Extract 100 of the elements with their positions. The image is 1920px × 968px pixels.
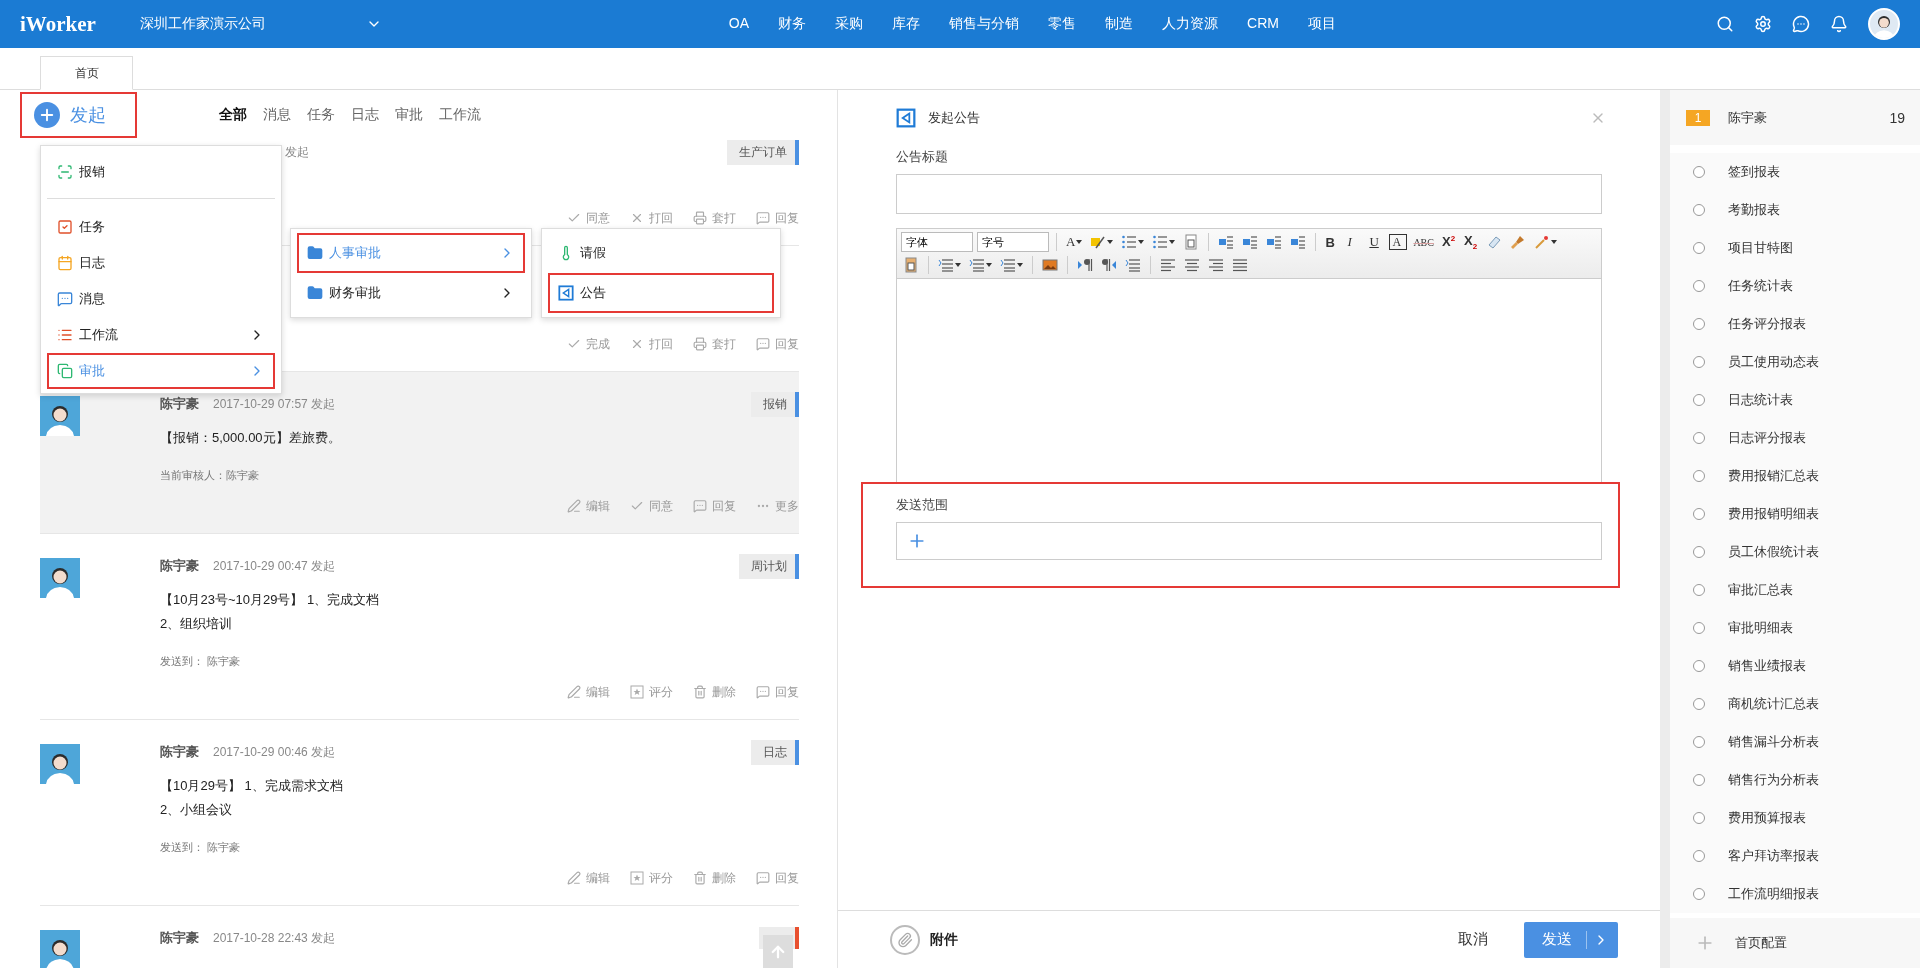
filter-tab[interactable]: 全部	[219, 106, 247, 124]
logo[interactable]: iWorker	[20, 11, 96, 37]
report-item[interactable]: 日志评分报表	[1670, 419, 1920, 457]
author-name: 陈宇豪	[160, 557, 199, 575]
radio-button[interactable]	[1693, 812, 1705, 824]
report-item[interactable]: 销售行为分析表	[1670, 761, 1920, 799]
nav-link[interactable]: 项目	[1307, 15, 1336, 33]
menu-item[interactable]: 日志	[47, 245, 275, 281]
font-select[interactable]: 字号	[977, 232, 1049, 252]
post-text: 【10月23号~10月29号】 1、完成文档	[160, 591, 381, 609]
radio-button[interactable]	[1693, 204, 1705, 216]
caret-icon	[1169, 240, 1176, 244]
nav-link[interactable]: 采购	[835, 15, 864, 33]
image-icon	[1042, 257, 1058, 273]
score-count: 19	[1889, 109, 1905, 126]
font-select[interactable]: 字体	[901, 232, 973, 252]
menu-item[interactable]: 报销	[47, 154, 275, 190]
filter-tab[interactable]: 工作流	[439, 106, 481, 124]
recipient-field[interactable]	[896, 522, 1602, 560]
report-item[interactable]: 任务评分报表	[1670, 305, 1920, 343]
radio-button[interactable]	[1693, 546, 1705, 558]
radio-button[interactable]	[1693, 508, 1705, 520]
page-tab[interactable]: 首页	[40, 56, 133, 90]
report-item[interactable]: 费用报销明细表	[1670, 495, 1920, 533]
radio-button[interactable]	[1693, 280, 1705, 292]
radio-button[interactable]	[1693, 698, 1705, 710]
title-input[interactable]	[896, 174, 1602, 214]
radio-button[interactable]	[1693, 318, 1705, 330]
filter-tab[interactable]: 消息	[263, 106, 291, 124]
radio-button[interactable]	[1693, 622, 1705, 634]
filter-tab[interactable]: 任务	[307, 106, 335, 124]
caret-icon	[955, 263, 961, 267]
radio-button[interactable]	[1693, 166, 1705, 178]
report-item[interactable]: 工作流明细报表	[1670, 875, 1920, 913]
menu-item[interactable]: 消息	[47, 281, 275, 317]
radio-button[interactable]	[1693, 660, 1705, 672]
cancel-button[interactable]: 取消	[1452, 929, 1494, 950]
field-label: 公告标题	[896, 148, 949, 166]
radio-button[interactable]	[1693, 394, 1705, 406]
radio-button[interactable]	[1693, 736, 1705, 748]
report-item[interactable]: 任务统计表	[1670, 267, 1920, 305]
nav-link[interactable]: OA	[728, 15, 750, 33]
menu-item[interactable]: 请假	[548, 233, 774, 273]
menu-item[interactable]: 财务审批	[297, 273, 525, 313]
bell-icon[interactable]	[1830, 15, 1848, 33]
nav-link[interactable]: 人力资源	[1162, 15, 1219, 33]
report-item[interactable]: 签到报表	[1670, 153, 1920, 191]
format-button[interactable]: X$^{2}$	[1439, 232, 1458, 252]
report-item[interactable]: 日志统计表	[1670, 381, 1920, 419]
report-item[interactable]: 销售业绩报表	[1670, 647, 1920, 685]
report-item[interactable]: 审批汇总表	[1670, 571, 1920, 609]
menu-item[interactable]: 人事审批	[297, 233, 525, 273]
report-item[interactable]: 考勤报表	[1670, 191, 1920, 229]
report-item[interactable]: 项目甘特图	[1670, 229, 1920, 267]
report-item[interactable]: 销售漏斗分析表	[1670, 723, 1920, 761]
nav-link[interactable]: 制造	[1105, 15, 1134, 33]
search-icon[interactable]	[1716, 15, 1734, 33]
menu-item[interactable]: 公告	[548, 273, 774, 313]
filter-tab[interactable]: 日志	[351, 106, 379, 124]
report-item[interactable]: 客户拜访率报表	[1670, 837, 1920, 875]
format-button[interactable]: X$_{2}$	[1461, 232, 1480, 252]
report-item[interactable]: 员工休假统计表	[1670, 533, 1920, 571]
radio-button[interactable]	[1693, 356, 1705, 368]
report-item[interactable]: 员工使用动态表	[1670, 343, 1920, 381]
announcement-icon	[896, 108, 916, 128]
user-avatar[interactable]	[1868, 8, 1900, 40]
format-button[interactable]: I	[1345, 232, 1364, 252]
menu-item[interactable]: 审批	[47, 353, 275, 389]
brush-icon	[1509, 234, 1526, 250]
radio-button[interactable]	[1693, 584, 1705, 596]
settings-icon[interactable]	[1754, 15, 1772, 33]
nav-link[interactable]: 销售与分销	[949, 15, 1020, 33]
format-button[interactable]: A	[1389, 234, 1408, 250]
nav-link[interactable]: 财务	[778, 15, 807, 33]
format-button[interactable]: A	[1064, 232, 1085, 252]
radio-button[interactable]	[1693, 850, 1705, 862]
report-item[interactable]: 费用预算报表	[1670, 799, 1920, 837]
attach-link[interactable]: 附件	[890, 924, 958, 955]
home-config-link[interactable]: 首页配置	[1670, 918, 1920, 968]
radio-button[interactable]	[1693, 242, 1705, 254]
page-icon	[1183, 234, 1200, 250]
radio-button[interactable]	[1693, 432, 1705, 444]
nav-link[interactable]: 零售	[1048, 15, 1077, 33]
post-text: 2、组织培训	[160, 615, 234, 633]
printer-icon	[693, 337, 707, 351]
radio-button[interactable]	[1693, 774, 1705, 786]
radio-button[interactable]	[1693, 470, 1705, 482]
nav-link[interactable]: 库存	[892, 15, 921, 33]
scan-icon	[57, 164, 73, 180]
chat-icon[interactable]	[1792, 15, 1810, 33]
nav-link[interactable]: CRM	[1247, 15, 1279, 33]
report-item[interactable]: 费用报销汇总表	[1670, 457, 1920, 495]
report-item[interactable]: 商机统计汇总表	[1670, 685, 1920, 723]
radio-button[interactable]	[1693, 888, 1705, 900]
menu-item[interactable]: 任务	[47, 209, 275, 245]
filter-tab[interactable]: 审批	[395, 106, 423, 124]
format-button[interactable]: U	[1367, 232, 1386, 252]
menu-item[interactable]: 工作流	[47, 317, 275, 353]
report-item[interactable]: 审批明细表	[1670, 609, 1920, 647]
format-button[interactable]: B	[1323, 232, 1342, 252]
